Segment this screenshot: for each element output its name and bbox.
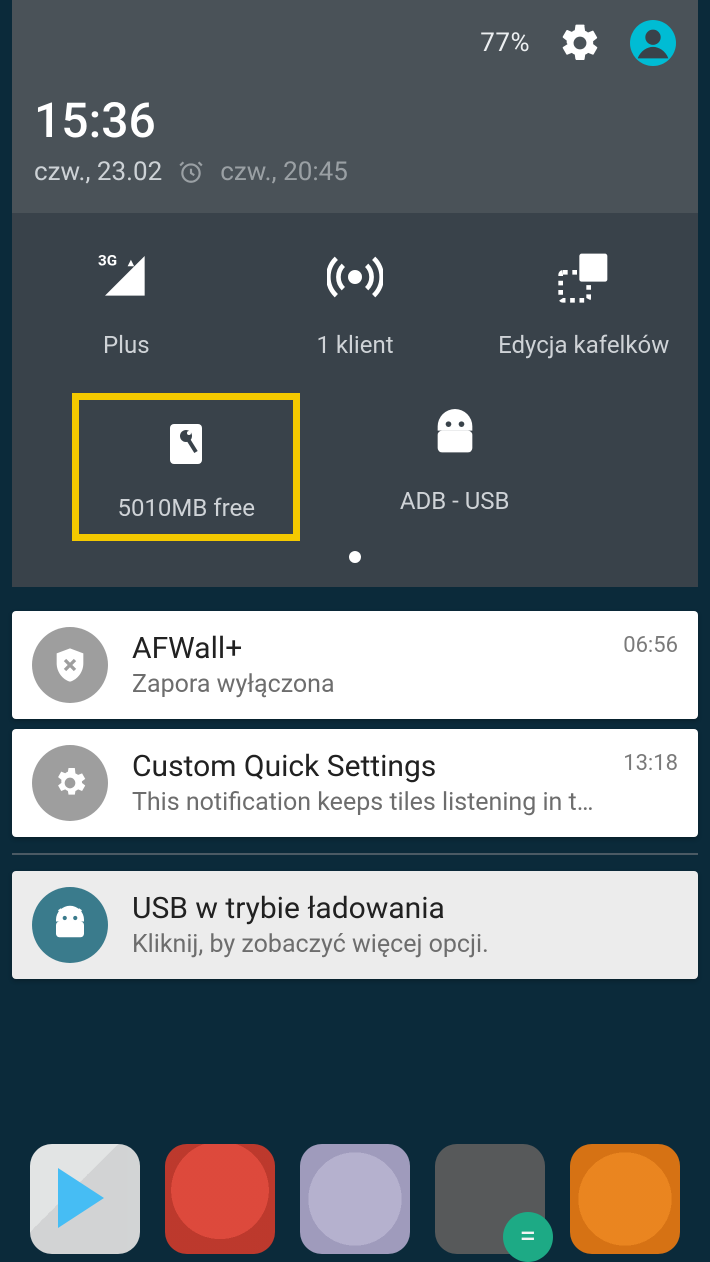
notification-text: Zapora wyłączona: [132, 670, 599, 699]
hotspot-icon: [327, 249, 383, 305]
tile-storage[interactable]: 5010MB free: [72, 393, 300, 541]
notification-usb[interactable]: USB w trybie ładowania Kliknij, by zobac…: [12, 871, 698, 979]
app-calculator[interactable]: [435, 1144, 545, 1254]
tile-adb[interactable]: ADB - USB: [340, 403, 568, 537]
tile-label: Plus: [103, 331, 150, 359]
edit-tiles-icon: [556, 249, 612, 305]
notification-title: USB w trybie ładowania: [132, 891, 678, 926]
app-clock[interactable]: [300, 1144, 410, 1254]
shield-x-icon: [32, 627, 108, 703]
notification-time: 06:56: [623, 633, 678, 658]
status-date: czw., 23.02: [34, 157, 162, 187]
cyanogen-icon: [429, 409, 481, 461]
status-time: 15:36: [34, 92, 676, 149]
notification-title: Custom Quick Settings: [132, 749, 599, 784]
page-dot-active: [349, 551, 361, 563]
gear-icon: [32, 745, 108, 821]
storage-icon: [162, 420, 210, 468]
notification-shade[interactable]: 77% 15:36 czw., 23.02 czw., 20:45 3G: [12, 0, 698, 979]
notification-divider: [12, 853, 698, 855]
qs-tiles: 3G Plus 1 klient Edycja kafelków: [12, 213, 698, 587]
user-avatar-icon[interactable]: [630, 20, 676, 66]
tile-label: 5010MB free: [117, 494, 255, 522]
tile-signal[interactable]: 3G Plus: [12, 243, 241, 365]
notification-title: AFWall+: [132, 631, 599, 666]
svg-text:3G: 3G: [98, 251, 117, 269]
tile-edit-tiles[interactable]: Edycja kafelków: [469, 243, 698, 365]
notification-cqs[interactable]: Custom Quick Settings This notification …: [12, 729, 698, 837]
notification-list: AFWall+ Zapora wyłączona 06:56 Custom Qu…: [12, 611, 698, 979]
tile-label: 1 klient: [316, 331, 393, 359]
alarm-icon: [178, 159, 204, 185]
notification-afwall[interactable]: AFWall+ Zapora wyłączona 06:56: [12, 611, 698, 719]
app-play-store[interactable]: [30, 1144, 140, 1254]
notification-text: Kliknij, by zobaczyć więcej opcji.: [132, 930, 678, 959]
battery-percent: 77%: [480, 28, 530, 58]
notification-time: 13:18: [623, 751, 678, 776]
home-dock: [0, 1102, 710, 1262]
app-pa[interactable]: [570, 1144, 680, 1254]
tile-label: ADB - USB: [400, 487, 510, 515]
status-alarm: czw., 20:45: [220, 157, 348, 187]
cyanogen-icon: [32, 887, 108, 963]
tile-label: Edycja kafelków: [498, 331, 669, 359]
settings-icon[interactable]: [558, 21, 602, 65]
app-tomato[interactable]: [165, 1144, 275, 1254]
tile-hotspot[interactable]: 1 klient: [241, 243, 470, 365]
signal-icon: 3G: [98, 249, 154, 305]
qs-header: 77% 15:36 czw., 23.02 czw., 20:45: [12, 0, 698, 213]
notification-text: This notification keeps tiles listening …: [132, 788, 599, 817]
tiles-pager: [12, 551, 698, 563]
